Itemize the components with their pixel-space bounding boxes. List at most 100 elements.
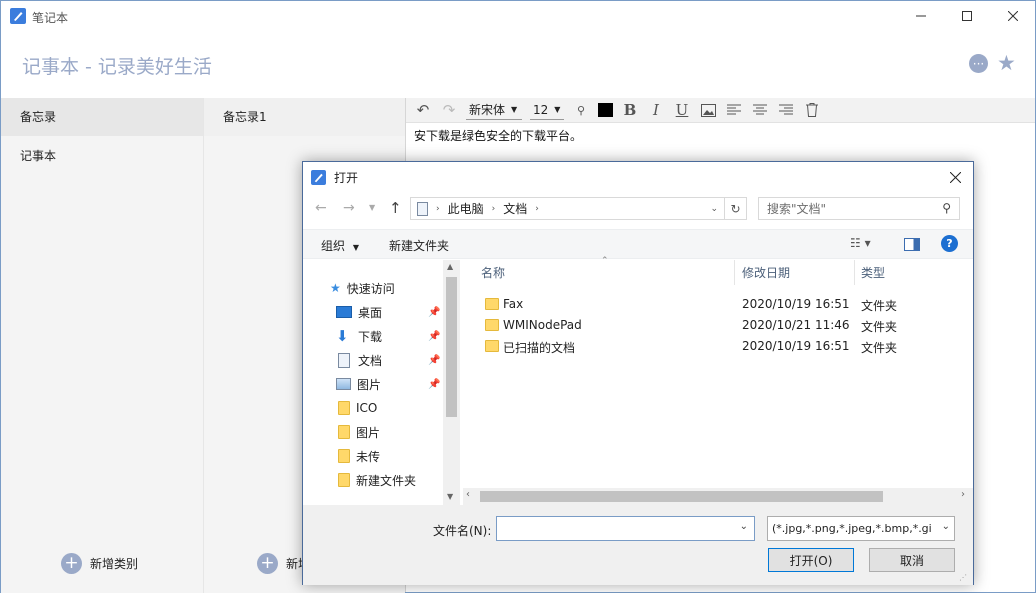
chevron-down-icon[interactable]: ⌄ [710, 204, 718, 214]
pin-icon[interactable]: 📌 [428, 307, 440, 318]
font-select[interactable]: 新宋体 ▼ [466, 100, 522, 120]
file-type: 文件夹 [861, 341, 898, 355]
image-icon[interactable] [699, 101, 717, 119]
align-left-icon[interactable] [725, 101, 743, 119]
pin-icon[interactable]: 📌 [428, 379, 440, 390]
file-row[interactable]: 已扫描的文档 2020/10/19 16:51 文件夹 [463, 336, 973, 357]
category-column: 备忘录 记事本 + 新增类别 [1, 98, 203, 593]
pin-icon[interactable]: 📌 [428, 331, 440, 342]
address-bar[interactable]: › 此电脑 › 文档 › ⌄ [410, 197, 725, 220]
nav-item-label: 未传 [356, 449, 381, 464]
new-folder-button[interactable]: 新建文件夹 [389, 237, 449, 254]
dialog-footer: 文件名(N): ⌄ (*.jpg,*.png,*.jpeg,*.bmp,*.gi… [303, 505, 973, 585]
category-header[interactable]: 备忘录 [1, 98, 203, 136]
chevron-up-icon[interactable]: ▲ [447, 262, 453, 271]
file-modified: 2020/10/19 16:51 [742, 339, 850, 353]
nav-item-downloads[interactable]: ⬇ 下载 [336, 325, 382, 347]
nav-item-folder[interactable]: 未传 [338, 445, 380, 467]
file-type-filter[interactable]: (*.jpg,*.png,*.jpeg,*.bmp,*.gi ⌄ [767, 516, 955, 541]
chevron-down-icon[interactable]: ▼ [369, 203, 375, 212]
column-header-type[interactable]: 类型 [855, 260, 973, 285]
add-category-button[interactable]: + 新增类别 [61, 553, 138, 574]
size-value: 12 [533, 102, 549, 117]
nav-item-label: 图片 [356, 425, 381, 440]
size-select[interactable]: 12 ▼ [530, 100, 564, 120]
nav-item-desktop[interactable]: 桌面 [336, 301, 382, 323]
breadcrumb-separator: › [436, 203, 440, 214]
file-name: WMINodePad [503, 318, 582, 332]
nav-item-label: 桌面 [358, 305, 383, 320]
close-button[interactable] [990, 1, 1036, 31]
redo-icon[interactable]: ↷ [440, 101, 458, 119]
fill-color-icon[interactable]: ⚲ [572, 101, 590, 119]
breadcrumb-this-pc[interactable]: 此电脑 [448, 200, 484, 217]
scroll-thumb[interactable] [480, 491, 883, 502]
maximize-button[interactable] [944, 1, 990, 31]
chevron-down-icon: ▼ [511, 105, 518, 114]
cancel-button[interactable]: 取消 [869, 548, 955, 572]
nav-item-folder[interactable]: 新建文件夹 [338, 469, 416, 491]
chevron-right-icon[interactable]: › [961, 489, 965, 500]
forward-icon[interactable]: → [343, 200, 355, 216]
folder-icon [338, 449, 350, 463]
nav-item-folder[interactable]: 图片 [338, 421, 380, 443]
nav-item-label: 快速访问 [346, 281, 395, 296]
font-color-swatch[interactable] [598, 103, 613, 117]
help-icon[interactable]: ? [941, 235, 958, 252]
view-options-icon[interactable]: ☷ ▾ [850, 236, 871, 250]
resize-grip-icon[interactable]: ⋰ [959, 573, 967, 582]
align-center-icon[interactable] [751, 101, 769, 119]
nav-item-folder[interactable]: ICO [338, 397, 377, 419]
note-header[interactable]: 备忘录1 [204, 98, 405, 136]
bold-icon[interactable]: B [621, 101, 639, 119]
dialog-title: 打开 [334, 170, 359, 185]
pin-icon[interactable]: 📌 [428, 355, 440, 366]
editor-content[interactable]: 安下载是绿色安全的下载平台。 [406, 123, 1035, 148]
up-icon[interactable]: ↑ [389, 199, 402, 217]
column-header-modified[interactable]: 修改日期 [735, 260, 855, 285]
breadcrumb-documents[interactable]: 文档 [503, 200, 527, 217]
category-item[interactable]: 记事本 [1, 136, 203, 164]
align-right-icon[interactable] [777, 101, 795, 119]
refresh-button[interactable]: ↻ [725, 197, 747, 220]
nav-item-quick-access[interactable]: ★ 快速访问 [330, 277, 395, 299]
app-logo-icon [311, 169, 326, 185]
italic-icon[interactable]: I [647, 101, 665, 119]
file-list-hscrollbar[interactable]: ‹ › [463, 488, 973, 505]
underline-icon[interactable]: U [673, 101, 691, 119]
column-header-name[interactable]: 名称 [463, 260, 735, 285]
folder-icon [338, 401, 350, 415]
nav-item-documents[interactable]: 文档 [336, 349, 382, 371]
dialog-close-button[interactable] [943, 167, 967, 187]
preview-pane-icon[interactable] [904, 238, 920, 251]
file-row[interactable]: WMINodePad 2020/10/21 11:46 文件夹 [463, 315, 973, 336]
document-icon [417, 201, 428, 216]
trash-icon[interactable] [803, 101, 821, 119]
file-row[interactable]: Fax 2020/10/19 16:51 文件夹 [463, 294, 973, 315]
more-icon[interactable]: ··· [969, 54, 988, 73]
search-input[interactable]: 搜索"文档" [767, 200, 826, 217]
nav-item-label: 下载 [358, 329, 383, 344]
editor-toolbar: ↶ ↷ 新宋体 ▼ 12 ▼ ⚲ B I U [406, 98, 1035, 123]
chevron-down-icon: ▼ [352, 243, 359, 252]
search-box[interactable]: 搜索"文档" ⚲ [758, 197, 960, 220]
chevron-down-icon: ⌄ [941, 521, 950, 532]
star-icon[interactable]: ★ [997, 51, 1016, 75]
download-icon: ⬇ [336, 327, 349, 345]
open-button[interactable]: 打开(O) [768, 548, 854, 572]
scroll-thumb[interactable] [446, 277, 457, 417]
back-icon[interactable]: ← [315, 200, 327, 216]
organize-menu[interactable]: 组织 ▼ [321, 237, 359, 254]
nav-item-pictures[interactable]: 图片 [336, 373, 381, 395]
folder-icon [338, 425, 350, 439]
chevron-left-icon[interactable]: ‹ [466, 489, 470, 500]
chevron-down-icon[interactable]: ▼ [447, 492, 453, 501]
minimize-button[interactable] [898, 1, 944, 31]
folder-icon [485, 319, 499, 331]
file-modified: 2020/10/21 11:46 [742, 318, 850, 332]
nav-scrollbar[interactable]: ▲ ▼ [443, 260, 460, 505]
chevron-down-icon[interactable]: ⌄ [740, 521, 748, 532]
filename-field[interactable]: ⌄ [496, 516, 755, 541]
undo-icon[interactable]: ↶ [414, 101, 432, 119]
column-header-label: 修改日期 [742, 266, 791, 280]
